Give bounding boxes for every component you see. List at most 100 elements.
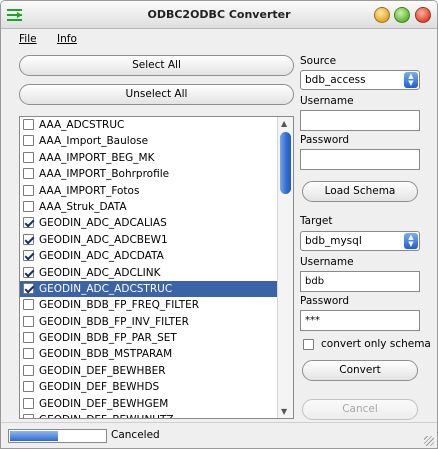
table-list-item[interactable]: GEODIN_DEF_BEWHGEM — [20, 396, 278, 412]
progress-fill — [10, 431, 58, 441]
menu-info-label: Info — [57, 33, 77, 45]
table-list-item[interactable]: AAA_Struk_DATA — [20, 199, 278, 215]
table-name: GEODIN_ADC_ADCSTRUC — [39, 282, 173, 295]
table-name: GEODIN_ADC_ADCBEW1 — [39, 233, 168, 246]
status-text: Canceled — [111, 429, 160, 441]
source-password-input[interactable] — [300, 149, 420, 170]
converter-window: ODBC2ODBC Converter File Info Select All… — [0, 0, 438, 449]
table-list-item[interactable]: GEODIN_ADC_ADCDATA — [20, 248, 278, 264]
menu-file-label: File — [19, 33, 37, 45]
target-select-value: bdb_mysql — [305, 235, 362, 247]
maximize-button[interactable] — [394, 7, 410, 23]
target-password-label: Password — [300, 295, 350, 307]
table-list-item[interactable]: GEODIN_BDB_FP_FREQ_FILTER — [20, 297, 278, 313]
table-name: GEODIN_ADC_ADCDATA — [39, 250, 164, 263]
table-name: AAA_IMPORT_BEG_MK — [39, 151, 155, 164]
table-name: GEODIN_BDB_FP_INV_FILTER — [39, 315, 189, 328]
source-label: Source — [300, 55, 337, 67]
source-username-label: Username — [300, 95, 354, 107]
table-checkbox[interactable] — [23, 250, 34, 262]
target-label: Target — [300, 215, 333, 227]
table-list-item[interactable]: AAA_ADCSTRUC — [20, 117, 278, 133]
close-button[interactable] — [415, 7, 431, 23]
table-checkbox[interactable] — [23, 233, 34, 245]
convert-only-schema-checkbox[interactable] — [303, 339, 314, 350]
scroll-thumb[interactable] — [280, 132, 291, 194]
table-list-scrollbar[interactable]: ▲ ▼ — [277, 117, 293, 418]
table-checkbox[interactable] — [23, 364, 34, 376]
table-checkbox[interactable] — [23, 200, 34, 212]
table-list-item[interactable]: GEODIN_ADC_ADCSTRUC — [20, 280, 278, 298]
convert-only-schema-label: convert only schema — [321, 338, 431, 350]
menu-info[interactable]: Info — [57, 33, 77, 45]
target-username-label: Username — [300, 256, 354, 268]
table-list-item[interactable]: GEODIN_ADC_ADCLINK — [20, 265, 278, 281]
table-name: GEODIN_BDB_FP_FREQ_FILTER — [39, 299, 200, 312]
table-list-items: AAA_ADCSTRUC AAA_Import_Baulose AAA_IMPORT… — [20, 117, 278, 418]
table-name: GEODIN_ADC_ADCALIAS — [39, 217, 167, 230]
table-name: GEODIN_BDB_FP_PAR_SET — [39, 332, 177, 345]
menu-bar: File Info — [1, 29, 437, 49]
table-name: AAA_IMPORT_Fotos — [39, 184, 140, 197]
target-username-input[interactable]: bdb — [300, 271, 420, 292]
table-list-item[interactable]: AAA_Import_Baulose — [20, 133, 278, 149]
table-name: GEODIN_BDB_MSTPARAM — [39, 348, 173, 361]
table-checkbox[interactable] — [23, 397, 34, 409]
table-name: AAA_IMPORT_Bohrprofile — [39, 168, 170, 181]
table-checkbox[interactable] — [23, 282, 34, 294]
minimize-button[interactable] — [374, 7, 390, 23]
table-checkbox[interactable] — [23, 266, 34, 278]
source-username-input[interactable] — [300, 110, 420, 131]
updown-arrows-icon: ▲ ▼ — [404, 233, 418, 249]
updown-arrows-icon: ▲ ▼ — [404, 72, 418, 88]
window-title: ODBC2ODBC Converter — [147, 8, 291, 21]
progress-bar — [8, 429, 107, 443]
target-select[interactable]: bdb_mysql ▲ ▼ — [300, 231, 420, 251]
scroll-up-icon[interactable]: ▲ — [281, 119, 287, 128]
table-checkbox[interactable] — [23, 119, 34, 130]
table-checkbox[interactable] — [23, 414, 34, 418]
table-name: AAA_Import_Baulose — [39, 135, 149, 148]
table-list[interactable]: AAA_ADCSTRUC AAA_Import_Baulose AAA_IMPORT… — [19, 116, 294, 419]
cancel-button[interactable]: Cancel — [302, 399, 418, 420]
table-checkbox[interactable] — [23, 299, 34, 311]
table-checkbox[interactable] — [23, 217, 34, 229]
table-list-item[interactable]: AAA_IMPORT_Fotos — [20, 183, 278, 199]
table-name: GEODIN_DEF_BEWHDS — [39, 381, 160, 394]
table-checkbox[interactable] — [23, 135, 34, 147]
table-list-item[interactable]: GEODIN_ADC_ADCALIAS — [20, 215, 278, 231]
title-bar[interactable]: ODBC2ODBC Converter — [1, 1, 437, 29]
table-checkbox[interactable] — [23, 151, 34, 163]
table-list-item[interactable]: GEODIN_DEF_BEWHDS — [20, 379, 278, 395]
table-list-item[interactable]: AAA_IMPORT_Bohrprofile — [20, 166, 278, 182]
table-list-item[interactable]: GEODIN_DEF_BEWHBER — [20, 363, 278, 379]
table-checkbox[interactable] — [23, 381, 34, 393]
resize-grip-icon[interactable] — [424, 436, 434, 446]
menu-file[interactable]: File — [19, 33, 37, 45]
table-name: GEODIN_DEF_BEWHGEM — [39, 397, 169, 410]
status-bar: Canceled — [1, 422, 437, 448]
unselect-all-button[interactable]: Unselect All — [19, 84, 294, 105]
select-all-button[interactable]: Select All — [19, 55, 294, 76]
scroll-down-icon[interactable]: ▼ — [281, 407, 287, 416]
source-select[interactable]: bdb_access ▲ ▼ — [300, 70, 420, 90]
table-checkbox[interactable] — [23, 315, 34, 327]
table-list-item[interactable]: GEODIN_DEF_BEWHNUTZ — [20, 412, 278, 418]
table-list-item[interactable]: AAA_IMPORT_BEG_MK — [20, 150, 278, 166]
target-password-input[interactable]: *** — [300, 310, 420, 331]
table-checkbox[interactable] — [23, 184, 34, 196]
load-schema-button[interactable]: Load Schema — [302, 181, 418, 202]
table-checkbox[interactable] — [23, 348, 34, 360]
table-checkbox[interactable] — [23, 332, 34, 344]
table-name: GEODIN_DEF_BEWHBER — [39, 364, 166, 377]
table-list-item[interactable]: GEODIN_BDB_MSTPARAM — [20, 346, 278, 362]
source-select-value: bdb_access — [305, 74, 366, 86]
table-list-item[interactable]: GEODIN_BDB_FP_PAR_SET — [20, 330, 278, 346]
table-checkbox[interactable] — [23, 168, 34, 180]
table-name: GEODIN_ADC_ADCLINK — [39, 266, 161, 279]
source-password-label: Password — [300, 134, 350, 146]
convert-button[interactable]: Convert — [302, 360, 418, 381]
table-list-item[interactable]: GEODIN_BDB_FP_INV_FILTER — [20, 314, 278, 330]
table-list-item[interactable]: GEODIN_ADC_ADCBEW1 — [20, 232, 278, 248]
table-name: AAA_Struk_DATA — [39, 200, 127, 213]
